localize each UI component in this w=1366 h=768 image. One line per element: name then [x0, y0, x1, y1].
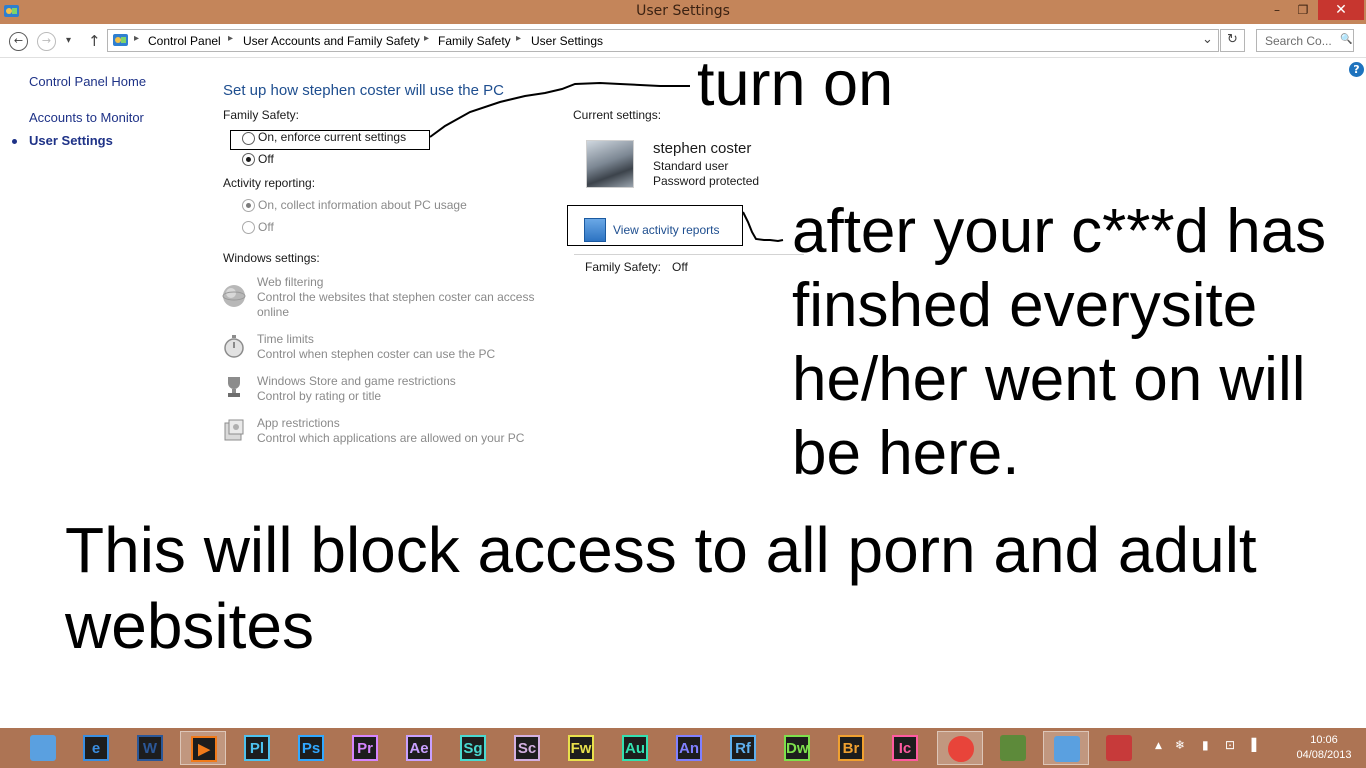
- fireworks-app[interactable]: Fw: [558, 731, 604, 765]
- control-panel-window-icon: [1054, 736, 1080, 762]
- annotation-line: websites: [65, 590, 314, 662]
- control-panel-window[interactable]: [1043, 731, 1089, 765]
- clock-date: 04/08/2013: [1296, 749, 1352, 761]
- scout-app[interactable]: Sc: [504, 731, 550, 765]
- after-effects-app-icon: Ae: [406, 735, 432, 761]
- clock-time: 10:06: [1310, 734, 1338, 746]
- chrome-app-icon: [948, 736, 974, 762]
- photoshop-app-icon: Ps: [298, 735, 324, 761]
- word-app-icon: W: [137, 735, 163, 761]
- photoshop-app[interactable]: Ps: [288, 731, 334, 765]
- snipping-tool-app-icon: [1106, 735, 1132, 761]
- snowflake-tray-icon[interactable]: ❄: [1175, 738, 1185, 752]
- annotation-line: This will block access to all porn and a…: [65, 514, 1257, 586]
- volume-tray-icon[interactable]: ▐: [1247, 738, 1256, 752]
- incopy-app[interactable]: Ic: [882, 731, 928, 765]
- bridge-app-icon: Br: [838, 735, 864, 761]
- internet-explorer-app[interactable]: e: [73, 731, 119, 765]
- control-panel-app-icon: [30, 735, 56, 761]
- reflow-app[interactable]: Rf: [720, 731, 766, 765]
- internet-explorer-app-icon: e: [83, 735, 109, 761]
- minecraft-app[interactable]: [990, 731, 1036, 765]
- animate-app[interactable]: An: [666, 731, 712, 765]
- speedgrade-app-icon: Sg: [460, 735, 486, 761]
- dreamweaver-app[interactable]: Dw: [774, 731, 820, 765]
- annotation-line: after your c***d has: [792, 197, 1327, 266]
- media-player-app-icon: ▶: [191, 736, 217, 762]
- clock[interactable]: 10:06 04/08/2013: [1291, 733, 1357, 763]
- dreamweaver-app-icon: Dw: [784, 735, 810, 761]
- after-effects-app[interactable]: Ae: [396, 731, 442, 765]
- annotation-line: be here.: [792, 419, 1020, 488]
- media-player-app[interactable]: ▶: [180, 731, 226, 765]
- network-tray-icon[interactable]: ⊡: [1225, 738, 1235, 752]
- annotation-line: he/her went on will: [792, 345, 1306, 414]
- premiere-app[interactable]: Pr: [342, 731, 388, 765]
- control-panel-app[interactable]: [20, 731, 66, 765]
- scout-app-icon: Sc: [514, 735, 540, 761]
- incopy-app-icon: Ic: [892, 735, 918, 761]
- animate-app-icon: An: [676, 735, 702, 761]
- annotation-line: finshed everysite: [792, 271, 1258, 340]
- tray-overflow-icon[interactable]: ▲: [1155, 741, 1162, 751]
- reflow-app-icon: Rf: [730, 735, 756, 761]
- chrome-app[interactable]: [937, 731, 983, 765]
- bridge-app[interactable]: Br: [828, 731, 874, 765]
- word-app[interactable]: W: [127, 731, 173, 765]
- battery-tray-icon[interactable]: ▮: [1202, 738, 1209, 752]
- premiere-app-icon: Pr: [352, 735, 378, 761]
- speedgrade-app[interactable]: Sg: [450, 731, 496, 765]
- annotation-reports-note: after your c***d has finshed everysite h…: [792, 195, 1326, 491]
- annotation-block-note: This will block access to all porn and a…: [65, 512, 1257, 664]
- fireworks-app-icon: Fw: [568, 735, 594, 761]
- prelude-app[interactable]: Pl: [234, 731, 280, 765]
- audition-app-icon: Au: [622, 735, 648, 761]
- annotation-turn-on: turn on: [697, 49, 894, 119]
- prelude-app-icon: Pl: [244, 735, 270, 761]
- snipping-tool-app[interactable]: [1096, 731, 1142, 765]
- audition-app[interactable]: Au: [612, 731, 658, 765]
- minecraft-app-icon: [1000, 735, 1026, 761]
